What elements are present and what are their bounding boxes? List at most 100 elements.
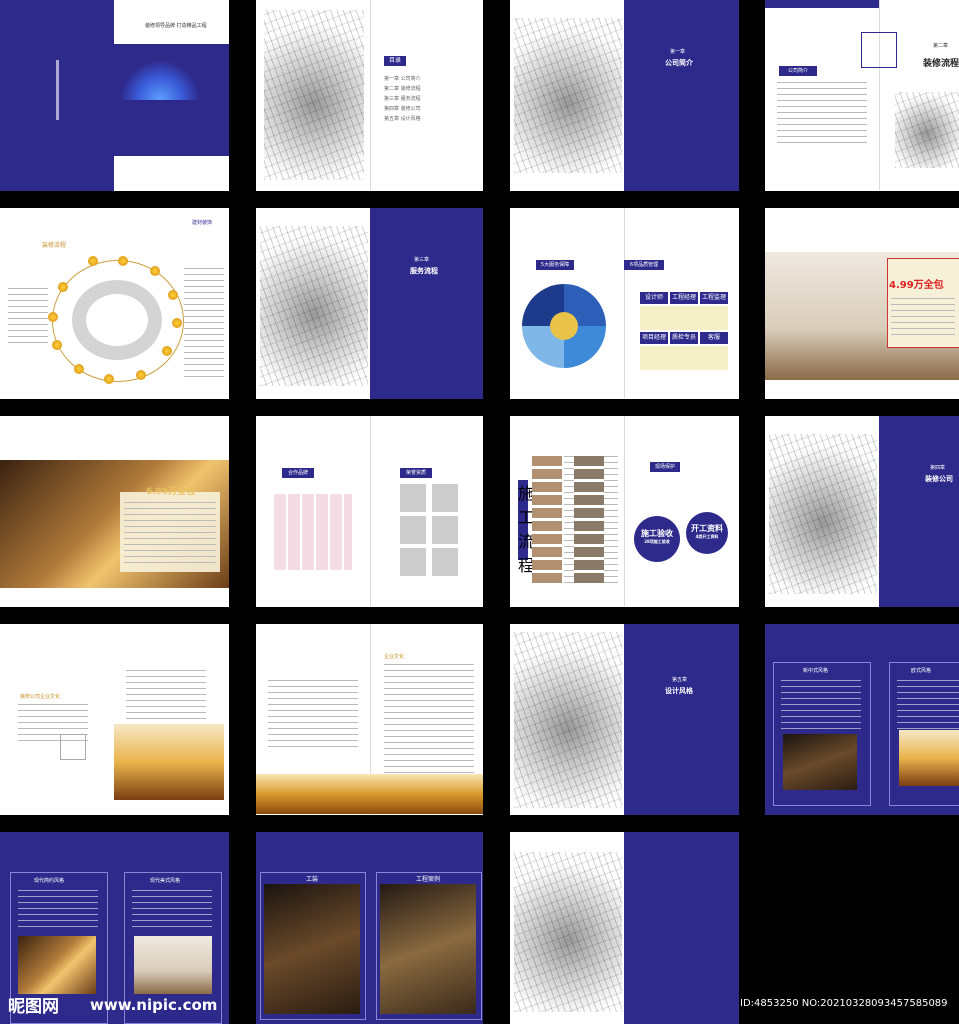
role-inspector: 质检专员: [670, 332, 698, 344]
style-tag-right: 现代美式风格: [150, 878, 181, 884]
brochure-page-chapter4: 第四章 装修公司: [765, 416, 959, 607]
watermark-url: www.nipic.com: [90, 996, 218, 1014]
process-center-arrows: [72, 280, 162, 360]
toc-item-5[interactable]: 第五章 设计风格: [384, 116, 421, 123]
process-step-dot: [172, 318, 182, 328]
brochure-page-cover: 装修领导品牌 打造精品工程: [0, 0, 229, 191]
certificate-image: [432, 484, 458, 512]
process-heading: 装修流程: [42, 242, 67, 249]
chapter-panel: [624, 0, 739, 191]
brochure-page-brands: 合作品牌 荣誉资质: [256, 416, 483, 607]
chapter-title: 装修流程: [923, 59, 959, 69]
process-step-dot: [136, 370, 146, 380]
shield-icon: [550, 312, 578, 340]
start-docs-badge-sub: 4类开工资料: [695, 534, 719, 539]
process-step-dot: [118, 256, 128, 266]
process-step-dot: [74, 364, 84, 374]
brochure-page-package-luxury: 6.99万全包: [0, 416, 229, 607]
services-tag: 5大服务保障: [536, 260, 574, 270]
brochure-page-chapter5: 第五章 设计风格: [510, 624, 739, 815]
process-step-dot: [104, 374, 114, 384]
certificate-image: [400, 548, 426, 576]
brands-tag: 合作品牌: [282, 468, 314, 478]
brand-logo-grid: [274, 494, 352, 570]
process-step-dot: [52, 340, 62, 350]
style-photo: [899, 730, 959, 786]
role-project-manager: 项目经理: [640, 332, 668, 344]
brochure-page-back: [510, 832, 739, 1024]
start-docs-badge: 开工资料 4类开工资料: [686, 512, 728, 554]
tower-sketch-image: [514, 632, 622, 808]
style-photo: [18, 936, 96, 994]
acceptance-badge-title: 施工验收: [641, 529, 673, 538]
package-price: 6.99万全包: [146, 487, 196, 497]
process-step-dot: [168, 290, 178, 300]
culture-heading: 企业文化: [384, 654, 405, 660]
street-sketch-image: [514, 18, 622, 173]
style-photo: [783, 734, 857, 790]
process-step-dot: [162, 346, 172, 356]
cover-spine-text: [56, 60, 59, 120]
pagoda-sketch-image: [264, 10, 364, 180]
role-designer: 设计师: [640, 292, 668, 304]
chapter-title: 设计风格: [665, 687, 693, 695]
chapter-label: 第五章: [672, 677, 688, 683]
page-header-brand: 建材装饰: [192, 220, 213, 226]
step-photos-column: [532, 456, 562, 586]
chapter-panel: [624, 624, 739, 815]
watermark-id: ID:4853250 NO:20210328093457585089: [740, 998, 948, 1009]
toc-item-3[interactable]: 第三章 服务流程: [384, 96, 421, 103]
style-tag-left: 现代简约风格: [34, 878, 65, 884]
role-engineering-manager: 工程经理: [670, 292, 698, 304]
case-photo-hall: [380, 884, 476, 1014]
decor-square: [60, 734, 86, 760]
chapter-label: 第一章: [670, 49, 686, 55]
toc-item-1[interactable]: 第一章 公司简介: [384, 76, 421, 83]
brochure-page-culture: 企业文化: [256, 624, 483, 815]
quality-tag: 6项品质管理: [624, 260, 664, 270]
chapter-title: 服务流程: [410, 267, 438, 275]
certificate-image: [400, 484, 426, 512]
interior-sketch-image: [895, 92, 959, 168]
toc-item-2[interactable]: 第二章 装修流程: [384, 86, 421, 93]
alley-sketch-image: [769, 434, 877, 594]
back-panel: [624, 832, 739, 1024]
package-price: 4.99万全包: [889, 280, 944, 291]
certificate-image: [432, 516, 458, 544]
process-step-dot: [88, 256, 98, 266]
honors-tag: 荣誉资质: [400, 468, 432, 478]
chapter-title: 公司简介: [665, 59, 693, 67]
brochure-page-styles-a: 新中式风格 欧式风格: [765, 624, 959, 815]
brochure-page-services: 5大服务保障 6项品质管理 设计师 工程经理 工程监理 项目经理 质检专员 客服: [510, 208, 739, 399]
brochure-page-process-cycle: 建材装饰 装修流程: [0, 208, 229, 399]
interior-photo: [114, 724, 224, 800]
style-tag-left: 新中式风格: [803, 668, 829, 674]
brochure-page-chapter1: 第一章 公司简介: [510, 0, 739, 191]
intro-paragraph: [777, 82, 867, 144]
toc-item-4[interactable]: 第四章 装修公司: [384, 106, 421, 113]
cover-wave-graphic: [120, 60, 200, 100]
certificate-image: [400, 516, 426, 544]
chapter-label: 第二章: [933, 43, 949, 49]
chapter-panel: [370, 208, 483, 399]
decor-square: [861, 32, 897, 68]
acceptance-badge: 施工验收 28项施工验收: [634, 516, 680, 562]
process-side-tag: 施工流程: [518, 480, 534, 575]
brochure-page-package-price: 4.99万全包: [765, 208, 959, 399]
chapter-label: 第四章: [930, 465, 946, 471]
brochure-page-toc: 目录 第一章 公司简介 第二章 装修流程 第三章 服务流程 第四章 装修公司 第…: [256, 0, 483, 191]
chapter-title: 装修公司: [925, 475, 953, 483]
brochure-page-chapter3: 第三章 服务流程: [256, 208, 483, 399]
process-step-dot: [150, 266, 160, 276]
building-sketch-image: [260, 226, 368, 386]
brochure-page-cases: 工装 工程案例: [256, 832, 483, 1024]
certificate-image: [432, 548, 458, 576]
culture-heading: 装修公司企业文化: [20, 694, 61, 700]
chapter-label: 第三章: [414, 257, 430, 263]
start-docs-badge-title: 开工资料: [691, 524, 723, 533]
brochure-page-construction: 施工流程 现场保护 施工验收 28项施工验收 开工资料 4类开工资料: [510, 416, 739, 607]
section-tag: 公司简介: [779, 66, 817, 76]
step-photos-column: [574, 456, 604, 586]
case-tag-left: 工装: [306, 876, 319, 883]
toc-title: 目录: [384, 56, 406, 66]
